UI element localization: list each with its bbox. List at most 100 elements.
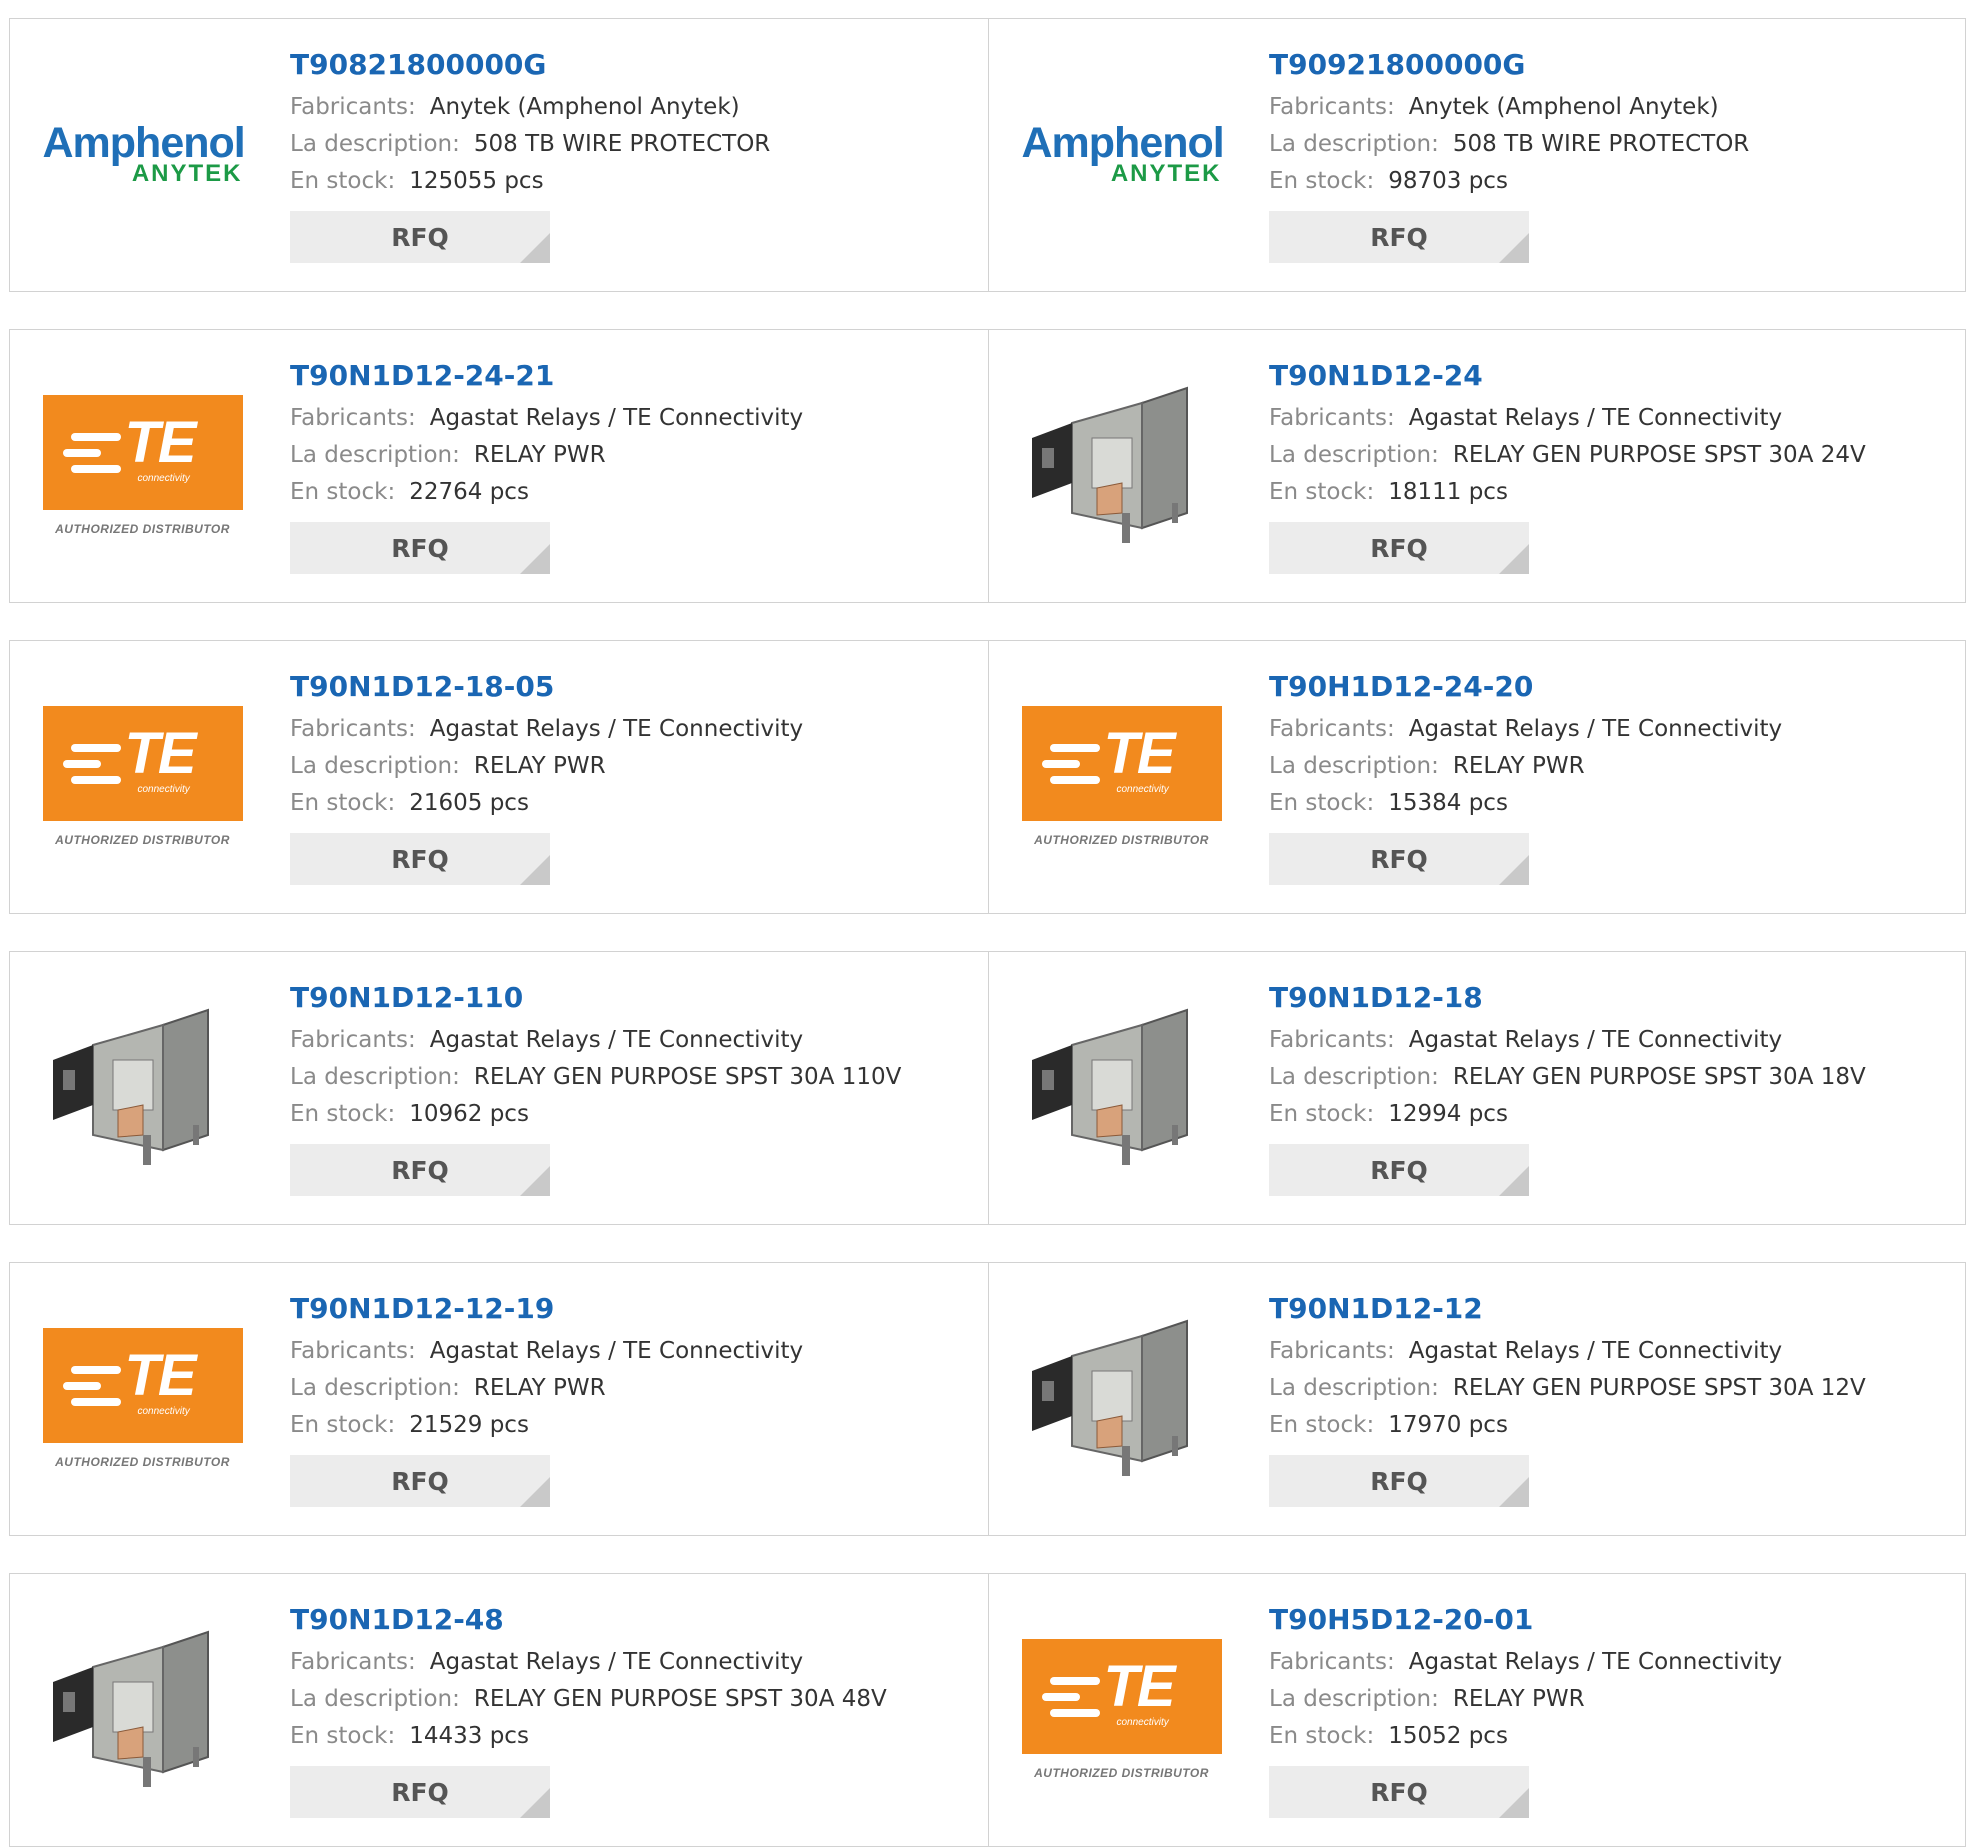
manufacturer-value: Agastat Relays / TE Connectivity — [1408, 1649, 1783, 1675]
te-logo-letters: TE — [1103, 1653, 1176, 1719]
part-number-link[interactable]: T90N1D12-18 — [1269, 980, 1956, 1016]
rfq-label: RFQ — [1370, 1466, 1428, 1496]
part-number-link[interactable]: T90821800000G — [290, 47, 978, 83]
product-info: T90N1D12-18-05 Fabricants: Agastat Relays … — [290, 669, 978, 885]
product-image[interactable]: TE connectivity AUTHORIZED DISTRIBUTOR — [1019, 661, 1224, 891]
product-image[interactable]: TE connectivity AUTHORIZED DISTRIBUTOR — [40, 350, 245, 580]
product-row: T90N1D12-48 Fabricants: Agastat Relays / T… — [9, 1573, 1966, 1847]
manufacturer-line: Fabricants: Agastat Relays / TE Connectiv… — [1269, 400, 1956, 437]
rfq-label: RFQ — [1370, 1777, 1428, 1807]
rfq-button[interactable]: RFQ — [290, 211, 550, 263]
manufacturer-label: Fabricants: — [1269, 94, 1395, 120]
part-number-link[interactable]: T90N1D12-24 — [1269, 358, 1956, 394]
description-value: RELAY PWR — [1452, 753, 1585, 779]
stock-line: En stock: 21529 pcs — [290, 1407, 978, 1444]
product-info: T90H5D12-20-01 Fabricants: Agastat Relays … — [1269, 1602, 1956, 1818]
part-number-link[interactable]: T90N1D12-12-19 — [290, 1291, 978, 1327]
manufacturer-label: Fabricants: — [1269, 1027, 1395, 1053]
relay-product-image[interactable] — [1022, 1296, 1222, 1500]
product-image[interactable] — [1019, 1283, 1224, 1513]
stock-value: 21529 pcs — [409, 1412, 529, 1438]
product-image[interactable] — [40, 1594, 245, 1824]
relay-product-image[interactable] — [1022, 985, 1222, 1189]
product-image[interactable]: TE connectivity AUTHORIZED DISTRIBUTOR — [40, 1283, 245, 1513]
rfq-button[interactable]: RFQ — [1269, 522, 1529, 574]
corner-decoration — [1499, 233, 1529, 263]
relay-product-image[interactable] — [43, 1607, 243, 1811]
description-label: La description: — [290, 131, 460, 157]
rfq-button[interactable]: RFQ — [1269, 1766, 1529, 1818]
authorized-distributor-text: AUTHORIZED DISTRIBUTOR — [55, 1454, 230, 1469]
description-line: La description: RELAY GEN PURPOSE SPST 30… — [1269, 437, 1956, 474]
stock-line: En stock: 10962 pcs — [290, 1096, 978, 1133]
rfq-button[interactable]: RFQ — [1269, 1144, 1529, 1196]
rfq-button[interactable]: RFQ — [1269, 833, 1529, 885]
rfq-button[interactable]: RFQ — [290, 1766, 550, 1818]
rfq-button[interactable]: RFQ — [290, 833, 550, 885]
part-number-link[interactable]: T90N1D12-48 — [290, 1602, 978, 1638]
part-number-link[interactable]: T90H1D12-24-20 — [1269, 669, 1956, 705]
stock-value: 98703 pcs — [1388, 168, 1508, 194]
manufacturer-label: Fabricants: — [290, 1027, 416, 1053]
product-card: T90N1D12-48 Fabricants: Agastat Relays / T… — [10, 1574, 988, 1846]
manufacturer-line: Fabricants: Agastat Relays / TE Connectiv… — [1269, 1022, 1956, 1059]
description-line: La description: RELAY GEN PURPOSE SPST 30… — [290, 1059, 978, 1096]
rfq-button[interactable]: RFQ — [290, 1144, 550, 1196]
description-label: La description: — [1269, 442, 1439, 468]
te-logo-sub: connectivity — [137, 1405, 190, 1417]
amphenol-logo-text: Amphenol — [42, 119, 246, 167]
product-info: T90N1D12-110 Fabricants: Agastat Relays / … — [290, 980, 978, 1196]
part-number-link[interactable]: T90N1D12-18-05 — [290, 669, 978, 705]
product-image[interactable]: TE connectivity AUTHORIZED DISTRIBUTOR — [40, 661, 245, 891]
stock-line: En stock: 14433 pcs — [290, 1718, 978, 1755]
product-image[interactable] — [1019, 972, 1224, 1202]
product-card: T90N1D12-110 Fabricants: Agastat Relays / … — [10, 952, 988, 1224]
product-row: TE connectivity AUTHORIZED DISTRIBUTOR T… — [9, 1262, 1966, 1536]
product-image[interactable]: Amphenol ANYTEK — [40, 39, 246, 269]
part-number-link[interactable]: T90H5D12-20-01 — [1269, 1602, 1956, 1638]
product-image[interactable]: Amphenol ANYTEK — [1019, 39, 1225, 269]
relay-product-image[interactable] — [1022, 363, 1222, 567]
rfq-button[interactable]: RFQ — [1269, 1455, 1529, 1507]
manufacturer-label: Fabricants: — [1269, 716, 1395, 742]
rfq-button[interactable]: RFQ — [290, 522, 550, 574]
stock-line: En stock: 98703 pcs — [1269, 163, 1956, 200]
corner-decoration — [520, 233, 550, 263]
description-value: RELAY GEN PURPOSE SPST 30A 110V — [473, 1064, 902, 1090]
part-number-link[interactable]: T90N1D12-24-21 — [290, 358, 978, 394]
manufacturer-line: Fabricants: Agastat Relays / TE Connectiv… — [290, 1022, 978, 1059]
te-logo-sub: connectivity — [137, 783, 190, 795]
authorized-distributor-text: AUTHORIZED DISTRIBUTOR — [55, 832, 230, 847]
part-number-link[interactable]: T90921800000G — [1269, 47, 1956, 83]
te-logo-letters: TE — [124, 409, 197, 475]
te-logo-letters: TE — [124, 720, 197, 786]
description-value: RELAY GEN PURPOSE SPST 30A 12V — [1452, 1375, 1866, 1401]
stock-value: 21605 pcs — [409, 790, 529, 816]
stock-label: En stock: — [1269, 168, 1375, 194]
rfq-label: RFQ — [391, 1777, 449, 1807]
product-image[interactable]: TE connectivity AUTHORIZED DISTRIBUTOR — [1019, 1594, 1224, 1824]
stock-value: 22764 pcs — [409, 479, 529, 505]
manufacturer-value: Agastat Relays / TE Connectivity — [429, 405, 804, 431]
description-value: RELAY PWR — [473, 1375, 606, 1401]
rfq-label: RFQ — [391, 1466, 449, 1496]
corner-decoration — [520, 855, 550, 885]
relay-product-image[interactable] — [43, 985, 243, 1189]
rfq-button[interactable]: RFQ — [1269, 211, 1529, 263]
manufacturer-line: Fabricants: Anytek (Amphenol Anytek) — [1269, 89, 1956, 126]
product-info: T90N1D12-24-21 Fabricants: Agastat Relays … — [290, 358, 978, 574]
product-image[interactable] — [1019, 350, 1224, 580]
te-connectivity-logo: TE connectivity AUTHORIZED DISTRIBUTOR — [42, 1327, 243, 1469]
description-label: La description: — [290, 442, 460, 468]
part-number-link[interactable]: T90N1D12-12 — [1269, 1291, 1956, 1327]
manufacturer-line: Fabricants: Agastat Relays / TE Connectiv… — [290, 1333, 978, 1370]
stock-line: En stock: 22764 pcs — [290, 474, 978, 511]
description-line: La description: RELAY GEN PURPOSE SPST 30… — [1269, 1059, 1956, 1096]
stock-value: 10962 pcs — [409, 1101, 529, 1127]
product-row: T90N1D12-110 Fabricants: Agastat Relays / … — [9, 951, 1966, 1225]
manufacturer-label: Fabricants: — [290, 1649, 416, 1675]
part-number-link[interactable]: T90N1D12-110 — [290, 980, 978, 1016]
rfq-button[interactable]: RFQ — [290, 1455, 550, 1507]
corner-decoration — [1499, 1477, 1529, 1507]
product-image[interactable] — [40, 972, 245, 1202]
